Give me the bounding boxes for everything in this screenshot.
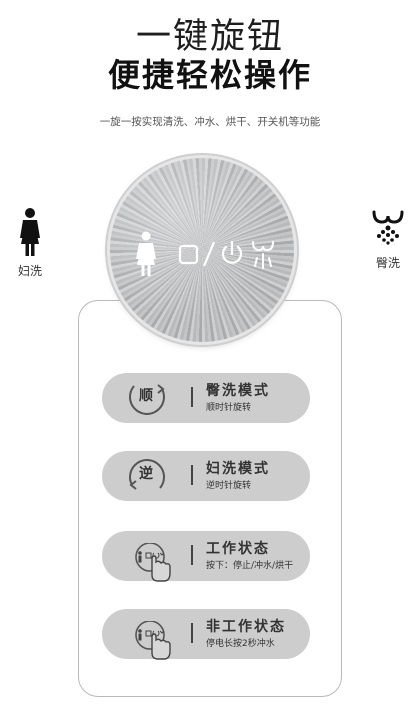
instruction-desc: 停电长按2秒冲水 — [206, 639, 275, 649]
female-wash-label: 妇洗 — [17, 264, 42, 278]
knob-icons — [136, 231, 274, 276]
press-knob-icon — [135, 543, 171, 582]
instruction-desc: 顺时针旋转 — [206, 403, 252, 413]
rear-wash-icon — [252, 241, 274, 269]
slash — [202, 241, 216, 267]
instruction-row-female-wash: 逆 妇洗模式 逆时针旋转 — [102, 451, 310, 501]
title-line-2: 便捷轻松操作 — [107, 56, 312, 94]
separator — [191, 387, 193, 407]
woman-icon — [20, 208, 40, 256]
instruction-name: 非工作状态 — [206, 619, 286, 635]
instruction-desc: 逆时针旋转 — [206, 481, 252, 491]
power-icon — [221, 240, 243, 264]
separator — [191, 623, 193, 643]
rotary-knob[interactable] — [110, 158, 294, 342]
instruction-desc: 按下：停止/冲水/烘干 — [206, 561, 294, 571]
instruction-name: 臀洗模式 — [206, 383, 270, 399]
instruction-row-working: 工作状态 按下：停止/冲水/烘干 — [102, 531, 310, 582]
woman-icon — [136, 231, 156, 276]
separator — [191, 545, 193, 565]
instruction-row-rear-wash: 顺 臀洗模式 顺时针旋转 — [102, 373, 310, 423]
instruction-name: 妇洗模式 — [206, 461, 270, 477]
separator — [191, 465, 193, 485]
clockwise-badge: 顺 — [139, 388, 153, 404]
rear-wash-mode: 臀洗 — [358, 208, 418, 271]
instruction-name: 工作状态 — [206, 541, 270, 557]
rear-wash-icon — [372, 210, 404, 245]
female-wash-mode: 妇洗 — [0, 208, 60, 279]
rear-wash-label: 臀洗 — [375, 256, 400, 270]
instruction-row-not-working: 非工作状态 停电长按2秒冲水 — [102, 609, 310, 660]
square-icon — [178, 244, 199, 265]
counterclockwise-badge: 逆 — [139, 466, 153, 482]
subtitle: 一旋一按实现清洗、冲水、烘干、开关机等功能 — [99, 116, 321, 128]
press-knob-icon — [135, 621, 171, 660]
